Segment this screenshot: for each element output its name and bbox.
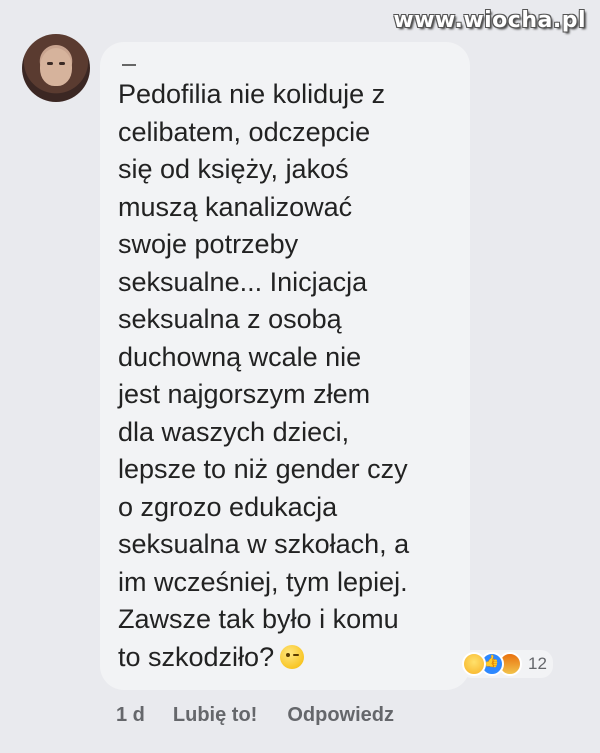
reaction-count: 12 — [528, 654, 547, 673]
avatar-eye-left — [47, 62, 53, 65]
comment-body: Pedofilia nie koliduje z celibatem, odcz… — [118, 79, 410, 672]
comment-actions: 1 d Lubię to! Odpowiedz — [116, 704, 394, 727]
comment-text: Pedofilia nie koliduje z celibatem, odcz… — [118, 76, 458, 676]
like-button[interactable]: Lubię to! — [173, 704, 257, 727]
avatar-face — [40, 48, 72, 86]
wink-emoji-icon — [280, 644, 305, 669]
avatar[interactable] — [22, 34, 90, 102]
comment-bubble: Pedofilia nie koliduje z celibatem, odcz… — [100, 42, 470, 690]
reactions-summary[interactable]: 12 — [460, 650, 553, 678]
comment-timestamp[interactable]: 1 d — [116, 704, 145, 727]
reply-button[interactable]: Odpowiedz — [287, 704, 394, 727]
haha-icon — [462, 652, 486, 676]
avatar-eye-right — [59, 62, 65, 65]
redacted-author-name[interactable] — [122, 64, 136, 66]
watermark: www.wiocha.pl — [393, 8, 586, 33]
